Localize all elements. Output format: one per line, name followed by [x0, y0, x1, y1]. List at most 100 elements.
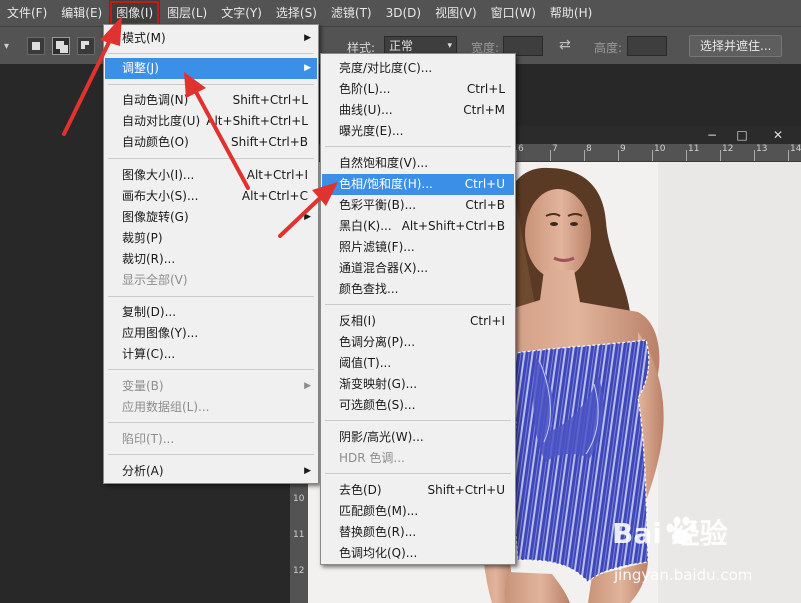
menu-help[interactable]: 帮助(H) [543, 0, 599, 26]
menu-item-label: 亮度/对比度(C)... [339, 61, 433, 75]
menu-file[interactable]: 文件(F) [0, 0, 54, 26]
menu-image[interactable]: 图像(I) [109, 0, 161, 26]
menu-layer[interactable]: 图层(L) [160, 0, 214, 26]
menu-item-label: 渐变映射(G)... [339, 377, 418, 391]
menu-item-label: HDR 色调... [339, 451, 405, 465]
menu-item-label: 色相/饱和度(H)... [339, 177, 433, 191]
submenu-arrow-icon: ▶ [304, 466, 311, 476]
adjust-menu-item-desaturate[interactable]: 去色(D) Shift+Ctrl+U [322, 480, 514, 501]
image-menu-item-adjustments[interactable]: 调整(J) ▶ [105, 58, 317, 79]
adjust-menu-item-equalize[interactable]: 色调均化(Q)... [322, 543, 514, 564]
baidu-jingyan-watermark: Bai 经验 jingyan.baidu.com [612, 512, 772, 602]
adjust-menu-item-shadows-highlights[interactable]: 阴影/高光(W)... [322, 427, 514, 448]
adjust-menu-item-brightness-contrast[interactable]: 亮度/对比度(C)... [322, 58, 514, 79]
adjust-menu-item-color-balance[interactable]: 色彩平衡(B)... Ctrl+B [322, 195, 514, 216]
adjust-menu-item-black-white[interactable]: 黑白(K)... Alt+Shift+Ctrl+B [322, 216, 514, 237]
new-selection-icon[interactable] [27, 37, 45, 55]
adjust-menu-item-vibrance[interactable]: 自然饱和度(V)... [322, 153, 514, 174]
image-menu-item-trim[interactable]: 裁切(R)... [105, 249, 317, 270]
ruler-tick-label: 14 [787, 144, 801, 161]
style-select-value: 正常 [389, 39, 414, 53]
image-menu-item-calculations[interactable]: 计算(C)... [105, 344, 317, 365]
adjust-menu-item-hdr-toning: HDR 色调... [322, 448, 514, 469]
menu-filter[interactable]: 滤镜(T) [324, 0, 379, 26]
swap-arrows-icon[interactable]: ⇄ [559, 37, 571, 53]
adjust-menu-item-match-color[interactable]: 匹配颜色(M)... [322, 501, 514, 522]
shortcut-label: Shift+Ctrl+U [427, 483, 505, 497]
watermark-url: jingyan.baidu.com [614, 566, 753, 584]
menu-item-label: 反相(I) [339, 314, 376, 328]
close-icon[interactable]: ✕ [768, 128, 788, 142]
adjust-menu-item-levels[interactable]: 色阶(L)... Ctrl+L [322, 79, 514, 100]
ruler-tick-label: 11 [293, 530, 305, 540]
adjust-menu-item-channel-mixer[interactable]: 通道混合器(X)... [322, 258, 514, 279]
menu-separator [325, 304, 511, 305]
adjustments-submenu: 亮度/对比度(C)... 色阶(L)... Ctrl+L 曲线(U)... Ctrl+M… [320, 53, 516, 565]
adjust-menu-item-threshold[interactable]: 阈值(T)... [322, 353, 514, 374]
shortcut-label: Shift+Ctrl+B [231, 135, 308, 149]
image-menu-item-image-rotation[interactable]: 图像旋转(G) ▶ [105, 207, 317, 228]
menu-select[interactable]: 选择(S) [269, 0, 324, 26]
adjust-menu-item-posterize[interactable]: 色调分离(P)... [322, 332, 514, 353]
menu-item-label: 可选颜色(S)... [339, 398, 416, 412]
adjust-menu-item-gradient-map[interactable]: 渐变映射(G)... [322, 374, 514, 395]
menu-item-label: 色调均化(Q)... [339, 546, 418, 560]
shortcut-label: Shift+Ctrl+L [232, 93, 308, 107]
ruler-tick-label: 10 [293, 494, 305, 504]
image-menu-item-canvas-size[interactable]: 画布大小(S)... Alt+Ctrl+C [105, 186, 317, 207]
menu-window[interactable]: 窗口(W) [484, 0, 543, 26]
adjust-menu-item-color-lookup[interactable]: 颜色查找... [322, 279, 514, 300]
image-menu-item-mode[interactable]: 模式(M) ▶ [105, 28, 317, 49]
minimize-icon[interactable]: − [702, 128, 722, 142]
maximize-icon[interactable]: □ [732, 128, 752, 142]
menu-view[interactable]: 视图(V) [428, 0, 484, 26]
menu-bar: 文件(F) 编辑(E) 图像(I) 图层(L) 文字(Y) 选择(S) 滤镜(T… [0, 0, 801, 26]
image-menu-item-crop[interactable]: 裁剪(P) [105, 228, 317, 249]
image-menu-item-apply-image[interactable]: 应用图像(Y)... [105, 323, 317, 344]
adjust-menu-item-exposure[interactable]: 曝光度(E)... [322, 121, 514, 142]
adjust-menu-item-hue-saturation[interactable]: 色相/饱和度(H)... Ctrl+U [322, 174, 514, 195]
menu-separator [325, 146, 511, 147]
adjust-menu-item-curves[interactable]: 曲线(U)... Ctrl+M [322, 100, 514, 121]
menu-separator [108, 53, 314, 54]
adjust-menu-item-invert[interactable]: 反相(I) Ctrl+I [322, 311, 514, 332]
image-menu-item-analysis[interactable]: 分析(A) ▶ [105, 461, 317, 482]
menu-3d[interactable]: 3D(D) [379, 0, 428, 26]
menu-item-label: 自动颜色(O) [122, 135, 189, 149]
image-menu-item-auto-color[interactable]: 自动颜色(O) Shift+Ctrl+B [105, 132, 317, 153]
menu-edit[interactable]: 编辑(E) [54, 0, 109, 26]
height-input[interactable] [627, 36, 667, 56]
image-menu-item-auto-contrast[interactable]: 自动对比度(U) Alt+Shift+Ctrl+L [105, 111, 317, 132]
ruler-tick-label: 8 [584, 144, 592, 161]
menu-item-label: 计算(C)... [122, 347, 176, 361]
adjust-menu-item-photo-filter[interactable]: 照片滤镜(F)... [322, 237, 514, 258]
tool-preset-chevron-icon[interactable]: ▾ [4, 41, 9, 52]
ruler-tick-label: 6 [516, 144, 524, 161]
image-menu-item-auto-tone[interactable]: 自动色调(N) Shift+Ctrl+L [105, 90, 317, 111]
menu-item-label: 复制(D)... [122, 305, 177, 319]
shortcut-label: Alt+Ctrl+C [241, 189, 308, 203]
adjust-menu-item-replace-color[interactable]: 替换颜色(R)... [322, 522, 514, 543]
menu-item-label: 自动色调(N) [122, 93, 189, 107]
adjust-menu-item-selective-color[interactable]: 可选颜色(S)... [322, 395, 514, 416]
add-to-selection-icon[interactable] [52, 37, 70, 55]
shortcut-label: Alt+Shift+Ctrl+L [206, 114, 308, 128]
subtract-selection-icon[interactable] [77, 37, 95, 55]
submenu-arrow-icon: ▶ [304, 33, 311, 43]
select-and-mask-button[interactable]: 选择并遮住... [689, 35, 783, 57]
menu-item-label: 色彩平衡(B)... [339, 198, 417, 212]
menu-type[interactable]: 文字(Y) [214, 0, 269, 26]
menu-item-label: 画布大小(S)... [122, 189, 199, 203]
submenu-arrow-icon: ▶ [304, 212, 311, 222]
menu-item-label: 裁剪(P) [122, 231, 163, 245]
height-label: 高度: [594, 41, 623, 55]
menu-item-label: 替换颜色(R)... [339, 525, 417, 539]
menu-separator [108, 296, 314, 297]
menu-item-label: 匹配颜色(M)... [339, 504, 419, 518]
menu-item-label: 颜色查找... [339, 282, 399, 296]
image-menu-item-image-size[interactable]: 图像大小(I)... Alt+Ctrl+I [105, 165, 317, 186]
menu-separator [325, 473, 511, 474]
ruler-tick-label: 12 [293, 566, 305, 576]
image-menu-item-duplicate[interactable]: 复制(D)... [105, 302, 317, 323]
submenu-arrow-icon: ▶ [304, 381, 311, 391]
